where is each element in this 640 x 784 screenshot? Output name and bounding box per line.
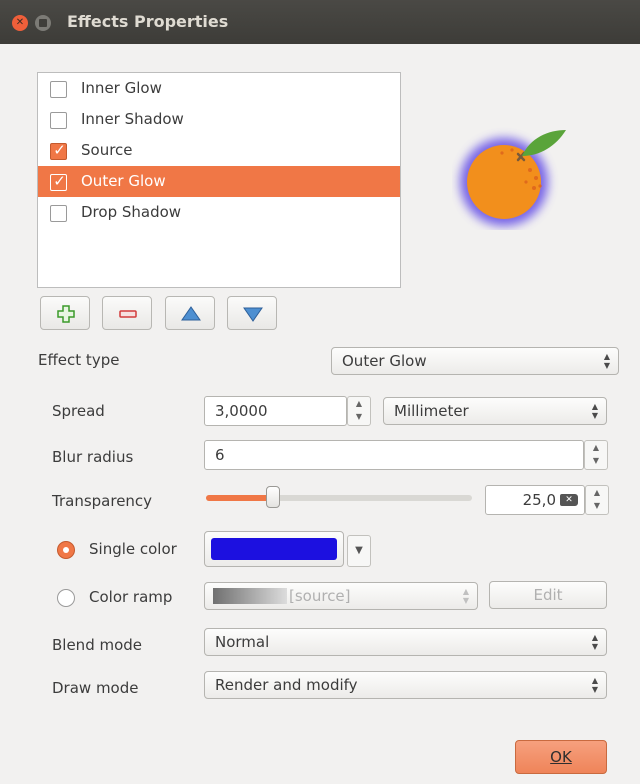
spread-unit-select[interactable]: Millimeter ▲ ▼ bbox=[383, 397, 607, 425]
combo-arrows-icon: ▲ ▼ bbox=[591, 676, 598, 694]
list-item-label: Inner Glow bbox=[81, 79, 162, 97]
chevron-down-icon: ▼ bbox=[355, 545, 363, 556]
list-item-label: Drop Shadow bbox=[81, 203, 182, 221]
combo-arrows-icon: ▲ ▼ bbox=[591, 633, 598, 651]
add-effect-button[interactable] bbox=[40, 296, 90, 330]
draw-mode-label: Draw mode bbox=[52, 679, 139, 697]
list-item-label: Inner Shadow bbox=[81, 110, 184, 128]
transparency-input[interactable]: 25,0 ✕ bbox=[485, 485, 585, 515]
effects-list[interactable]: Inner Glow Inner Shadow ✓ Source ✓ Outer… bbox=[37, 72, 401, 288]
drop-shadow-checkbox[interactable] bbox=[50, 205, 67, 222]
window-title: Effects Properties bbox=[67, 12, 229, 31]
check-icon: ✓ bbox=[53, 141, 66, 159]
move-down-button[interactable] bbox=[227, 296, 277, 330]
combo-arrows-icon: ▲ ▼ bbox=[603, 352, 610, 370]
transparency-stepper[interactable]: ▲ ▼ bbox=[585, 485, 609, 515]
color-menu-button[interactable]: ▼ bbox=[347, 535, 371, 567]
blur-radius-stepper[interactable]: ▲ ▼ bbox=[584, 440, 608, 470]
spread-label: Spread bbox=[52, 402, 105, 420]
list-item-outer-glow[interactable]: ✓ Outer Glow bbox=[38, 166, 400, 197]
color-ramp-value: [source] bbox=[289, 587, 351, 605]
transparency-slider[interactable] bbox=[206, 486, 472, 508]
move-up-button[interactable] bbox=[165, 296, 215, 330]
list-item-drop-shadow[interactable]: Drop Shadow bbox=[38, 197, 400, 228]
arrow-down-icon bbox=[243, 307, 263, 322]
single-color-label: Single color bbox=[89, 540, 177, 558]
transparency-label: Transparency bbox=[52, 492, 153, 510]
transparency-value: 25,0 bbox=[522, 491, 556, 509]
arrow-up-icon bbox=[181, 306, 201, 321]
color-ramp-radio[interactable] bbox=[57, 589, 75, 607]
combo-arrows-icon: ▲ ▼ bbox=[591, 402, 598, 420]
color-swatch bbox=[211, 538, 337, 560]
orange-preview-icon bbox=[460, 130, 566, 226]
draw-mode-select[interactable]: Render and modify ▲ ▼ bbox=[204, 671, 607, 699]
list-item-source[interactable]: ✓ Source bbox=[38, 135, 400, 166]
transparency-slider-handle[interactable] bbox=[265, 486, 280, 508]
list-item-inner-shadow[interactable]: Inner Shadow bbox=[38, 104, 400, 135]
inner-shadow-checkbox[interactable] bbox=[50, 112, 67, 129]
list-item-label: Outer Glow bbox=[81, 172, 166, 190]
color-ramp-label: Color ramp bbox=[89, 588, 173, 606]
spread-input[interactable]: 3,0000 bbox=[204, 396, 347, 426]
blend-mode-select[interactable]: Normal ▲ ▼ bbox=[204, 628, 607, 656]
spread-stepper[interactable]: ▲ ▼ bbox=[347, 396, 371, 426]
check-icon: ✓ bbox=[53, 172, 66, 190]
outer-glow-checkbox[interactable]: ✓ bbox=[50, 172, 67, 191]
plus-icon bbox=[57, 305, 75, 323]
effect-preview bbox=[452, 120, 572, 230]
blur-radius-input[interactable]: 6 bbox=[204, 440, 584, 470]
edit-ramp-label: Edit bbox=[533, 586, 563, 604]
blur-radius-label: Blur radius bbox=[52, 448, 134, 466]
effect-type-value: Outer Glow bbox=[342, 352, 427, 370]
close-window-icon[interactable]: ✕ bbox=[12, 15, 28, 31]
spread-unit-value: Millimeter bbox=[394, 402, 469, 420]
color-button[interactable] bbox=[204, 531, 344, 567]
minimize-window-icon[interactable] bbox=[35, 15, 51, 31]
source-checkbox[interactable]: ✓ bbox=[50, 141, 67, 160]
combo-arrows-icon: ▲ ▼ bbox=[462, 587, 469, 605]
blend-mode-label: Blend mode bbox=[52, 636, 143, 654]
color-ramp-select[interactable]: [source] ▲ ▼ bbox=[204, 582, 478, 610]
effect-type-select[interactable]: Outer Glow ▲ ▼ bbox=[331, 347, 619, 375]
list-item-inner-glow[interactable]: Inner Glow bbox=[38, 73, 400, 104]
inner-glow-checkbox[interactable] bbox=[50, 81, 67, 98]
list-item-label: Source bbox=[81, 141, 133, 159]
remove-effect-button[interactable] bbox=[102, 296, 152, 330]
blend-mode-value: Normal bbox=[215, 633, 270, 651]
draw-mode-value: Render and modify bbox=[215, 676, 358, 694]
ok-button[interactable]: OK bbox=[515, 740, 607, 774]
edit-ramp-button[interactable]: Edit bbox=[489, 581, 607, 609]
gradient-ramp-icon bbox=[213, 588, 287, 604]
effect-type-label: Effect type bbox=[38, 351, 120, 369]
clear-input-icon[interactable]: ✕ bbox=[560, 494, 578, 506]
minus-icon bbox=[119, 310, 137, 318]
transparency-slider-fill bbox=[206, 495, 273, 501]
title-bar: ✕ Effects Properties bbox=[0, 0, 640, 44]
single-color-radio[interactable] bbox=[57, 541, 75, 559]
